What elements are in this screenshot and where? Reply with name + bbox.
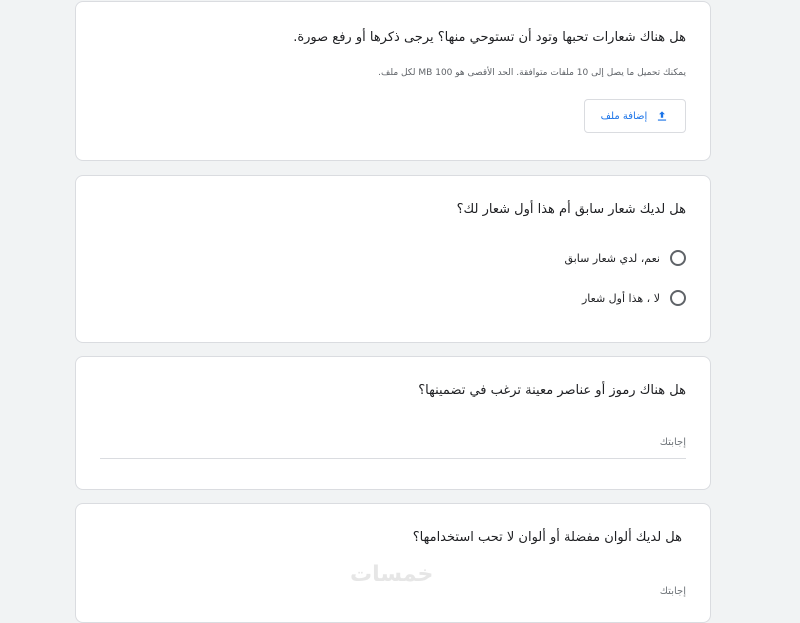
watermark-logo: خمسات	[350, 562, 434, 587]
radio-option-label: نعم، لدي شعار سابق	[564, 251, 660, 265]
radio-option-label: لا ، هذا أول شعار	[582, 291, 660, 305]
question-title: هل هناك شعارات تحبها وتود أن تستوحي منها…	[293, 30, 686, 45]
question-title: هل هناك رموز أو عناصر معينة ترغب في تضمي…	[418, 383, 686, 398]
add-file-label: إضافة ملف	[600, 110, 648, 122]
upload-hint: يمكنك تحميل ما يصل إلى 10 ملفات متوافقة.…	[378, 68, 686, 78]
question-card-previous-logo: هل لديك شعار سابق أم هذا أول شعار لك؟ نع…	[75, 175, 711, 343]
question-title: هل لديك شعار سابق أم هذا أول شعار لك؟	[456, 202, 686, 217]
radio-button[interactable]	[670, 250, 686, 266]
answer-input[interactable]: إجابتك	[660, 586, 686, 597]
add-file-button[interactable]: إضافة ملف	[584, 99, 686, 133]
question-card-logo-inspiration: هل هناك شعارات تحبها وتود أن تستوحي منها…	[75, 1, 711, 161]
radio-button[interactable]	[670, 290, 686, 306]
question-card-symbols: هل هناك رموز أو عناصر معينة ترغب في تضمي…	[75, 356, 711, 490]
radio-option-yes[interactable]: نعم، لدي شعار سابق	[565, 250, 686, 266]
question-title: هل لديك ألوان مفضلة أو ألوان لا تحب استخ…	[412, 530, 682, 545]
answer-input[interactable]: إجابتك	[660, 437, 686, 448]
radio-option-no[interactable]: لا ، هذا أول شعار	[582, 290, 686, 306]
answer-underline	[100, 458, 686, 459]
upload-icon	[655, 109, 669, 123]
